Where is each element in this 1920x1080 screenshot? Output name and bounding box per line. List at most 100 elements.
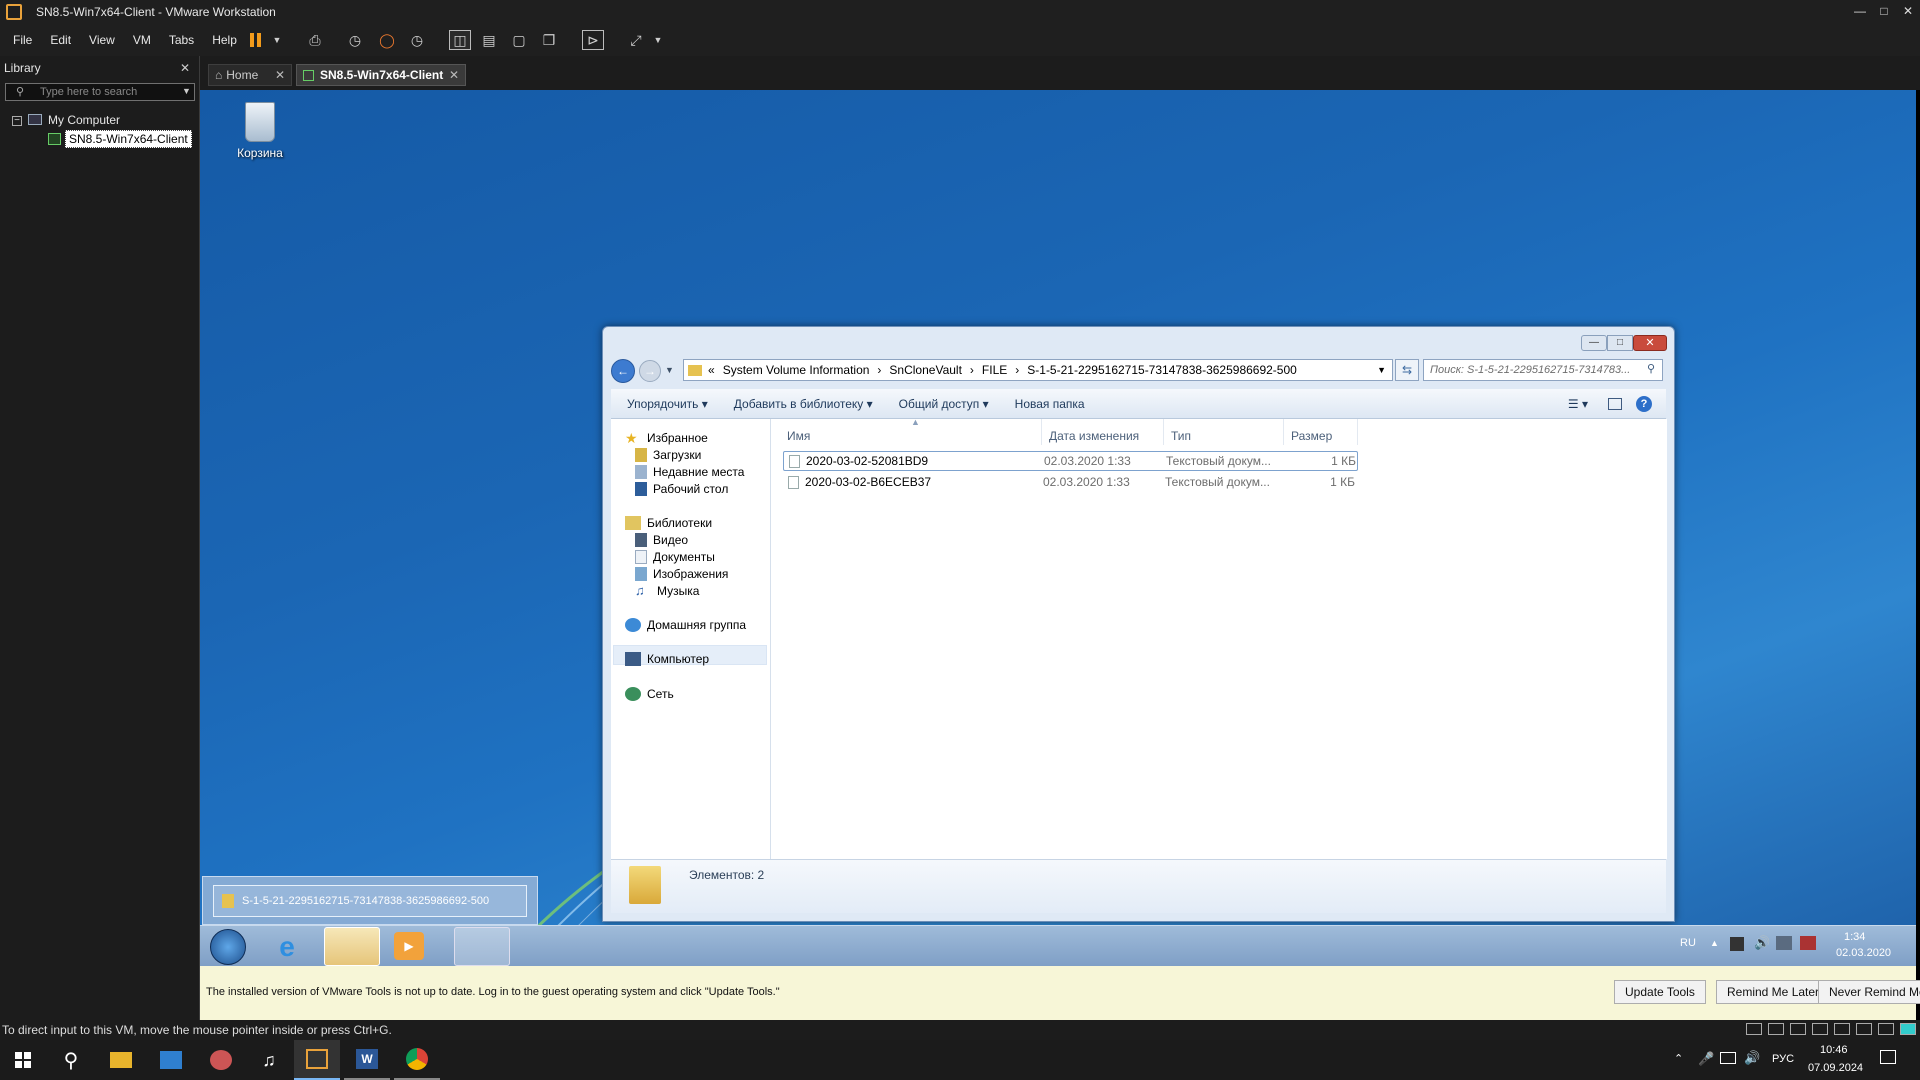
nav-documents[interactable]: Документы	[635, 550, 715, 564]
maximize-icon[interactable]: □	[1872, 0, 1896, 24]
chevron-down-icon[interactable]: ▼	[647, 30, 669, 50]
table-row[interactable]: 2020-03-02-B6ECEB37 02.03.2020 1:33 Текс…	[783, 472, 1358, 492]
new-folder-button[interactable]: Новая папка	[1015, 397, 1085, 411]
tab-home[interactable]: ⌂ Home ✕	[208, 64, 292, 86]
add-to-library-button[interactable]: Добавить в библиотеку ▾	[734, 397, 873, 411]
nav-favorites[interactable]: ★ Избранное	[625, 431, 708, 445]
flag-icon[interactable]	[1800, 936, 1816, 950]
snapshot-icon[interactable]: ◷	[344, 30, 366, 50]
breadcrumb-separator[interactable]: ›	[877, 363, 881, 377]
printer-icon[interactable]	[1834, 1023, 1850, 1035]
never-remind-button[interactable]: Never Remind Me	[1818, 980, 1920, 1004]
media-player-icon[interactable]: ▶	[394, 932, 424, 960]
tree-root-label[interactable]: My Computer	[48, 113, 120, 127]
nav-video[interactable]: Видео	[635, 533, 688, 547]
preview-item[interactable]: S-1-5-21-2295162715-73147838-3625986692-…	[213, 885, 527, 917]
pause-icon[interactable]	[244, 30, 266, 50]
view-options-icon[interactable]: ☰ ▾	[1568, 397, 1588, 411]
chevron-down-icon[interactable]: ▼	[1377, 365, 1386, 375]
organize-button[interactable]: Упорядочить ▾	[627, 397, 708, 411]
forward-icon[interactable]: →	[639, 360, 661, 382]
close-icon[interactable]: ✕	[1633, 335, 1667, 351]
search-icon[interactable]: ⚲	[48, 1040, 94, 1080]
back-icon[interactable]: ←	[611, 359, 635, 383]
sidebar-toggle-icon[interactable]: ◫	[449, 30, 471, 50]
windows-start-icon[interactable]	[0, 1040, 46, 1080]
chevron-down-icon[interactable]: ▼	[266, 30, 288, 50]
column-name[interactable]: Имя	[787, 429, 810, 443]
minimize-icon[interactable]: —	[1848, 0, 1872, 24]
recycle-bin[interactable]: Корзина	[220, 98, 300, 160]
host-clock-time[interactable]: 10:46	[1820, 1044, 1848, 1056]
help-icon[interactable]: ?	[1636, 395, 1652, 412]
language-indicator[interactable]: RU	[1680, 937, 1696, 949]
close-icon[interactable]: ✕	[275, 68, 285, 82]
nav-downloads[interactable]: Загрузки	[635, 448, 701, 462]
app-icon[interactable]	[198, 1040, 244, 1080]
nav-desktop[interactable]: Рабочий стол	[635, 482, 728, 496]
breadcrumb-sid[interactable]: S-1-5-21-2295162715-73147838-3625986692-…	[1027, 363, 1297, 377]
cd-icon[interactable]	[1768, 1023, 1784, 1035]
start-button[interactable]	[210, 929, 246, 965]
message-icon[interactable]	[1900, 1023, 1916, 1035]
unity-icon[interactable]: ❐	[538, 30, 560, 50]
nav-music[interactable]: ♫ Музыка	[635, 584, 699, 599]
column-type[interactable]: Тип	[1171, 429, 1191, 443]
fullscreen-icon[interactable]: ▢	[508, 30, 530, 50]
guest-clock-time[interactable]: 1:34	[1844, 931, 1865, 943]
history-dropdown-icon[interactable]: ▼	[665, 365, 674, 375]
maximize-icon[interactable]: □	[1607, 335, 1633, 351]
stretch-icon[interactable]: ⤢	[625, 30, 647, 50]
refresh-icon[interactable]: ⇆	[1395, 359, 1419, 381]
minimize-icon[interactable]: —	[1581, 335, 1607, 351]
network-icon[interactable]	[1776, 936, 1792, 950]
explorer-taskbar-button[interactable]	[324, 927, 380, 966]
action-center-icon[interactable]	[1730, 937, 1744, 951]
nav-images[interactable]: Изображения	[635, 567, 728, 581]
menu-file[interactable]: File	[4, 33, 41, 47]
tree-expand-icon[interactable]: −	[12, 116, 22, 126]
thumbnail-icon[interactable]: ▤	[478, 30, 500, 50]
guest-clock-date[interactable]: 02.03.2020	[1836, 947, 1891, 959]
revert-snapshot-icon[interactable]: ◯	[376, 30, 398, 50]
nav-recent[interactable]: Недавние места	[635, 465, 744, 479]
share-button[interactable]: Общий доступ ▾	[899, 397, 989, 411]
network-adapter-icon[interactable]	[1790, 1023, 1806, 1035]
taskbar-preview[interactable]: S-1-5-21-2295162715-73147838-3625986692-…	[202, 876, 538, 925]
library-search-input[interactable]: Type here to search	[5, 83, 195, 101]
device-icons[interactable]	[1616, 1023, 1916, 1037]
column-size[interactable]: Размер	[1291, 429, 1332, 443]
host-language[interactable]: РУС	[1772, 1053, 1794, 1065]
vmware-tools-icon[interactable]	[454, 927, 510, 966]
breadcrumb-separator[interactable]: ›	[970, 363, 974, 377]
nav-network[interactable]: Сеть	[625, 687, 674, 701]
usb-icon[interactable]	[1812, 1023, 1828, 1035]
nav-libraries[interactable]: Библиотеки	[625, 516, 712, 530]
menu-tabs[interactable]: Tabs	[160, 33, 203, 47]
address-bar[interactable]: « System Volume Information › SnCloneVau…	[683, 359, 1393, 381]
close-icon[interactable]: ✕	[180, 61, 190, 75]
snapshot-manager-icon[interactable]: ◷	[406, 30, 428, 50]
column-date[interactable]: Дата изменения	[1049, 429, 1139, 443]
menu-view[interactable]: View	[80, 33, 124, 47]
ie-icon[interactable]: e	[272, 932, 302, 962]
microphone-icon[interactable]: 🎤	[1698, 1051, 1714, 1067]
menu-edit[interactable]: Edit	[41, 33, 80, 47]
app-icon[interactable]	[148, 1040, 194, 1080]
breadcrumb-separator[interactable]: ›	[1015, 363, 1019, 377]
network-icon[interactable]	[1720, 1052, 1736, 1064]
tab-vm[interactable]: SN8.5-Win7x64-Client ✕	[296, 64, 466, 86]
breadcrumb-system-volume[interactable]: System Volume Information	[723, 363, 870, 377]
sound-icon[interactable]	[1856, 1023, 1872, 1035]
send-keys-icon[interactable]: ⎙	[304, 30, 326, 50]
chrome-icon[interactable]	[394, 1040, 440, 1080]
hdd-icon[interactable]	[1746, 1023, 1762, 1035]
preview-pane-icon[interactable]	[1608, 397, 1622, 410]
music-app-icon[interactable]: ♫	[246, 1040, 292, 1080]
file-explorer-icon[interactable]	[98, 1040, 144, 1080]
nav-homegroup[interactable]: Домашняя группа	[625, 618, 746, 632]
volume-icon[interactable]: 🔊	[1754, 935, 1770, 951]
vmware-taskbar-icon[interactable]	[294, 1040, 340, 1080]
notifications-icon[interactable]	[1880, 1050, 1896, 1064]
console-icon[interactable]: ⊳	[582, 30, 604, 50]
